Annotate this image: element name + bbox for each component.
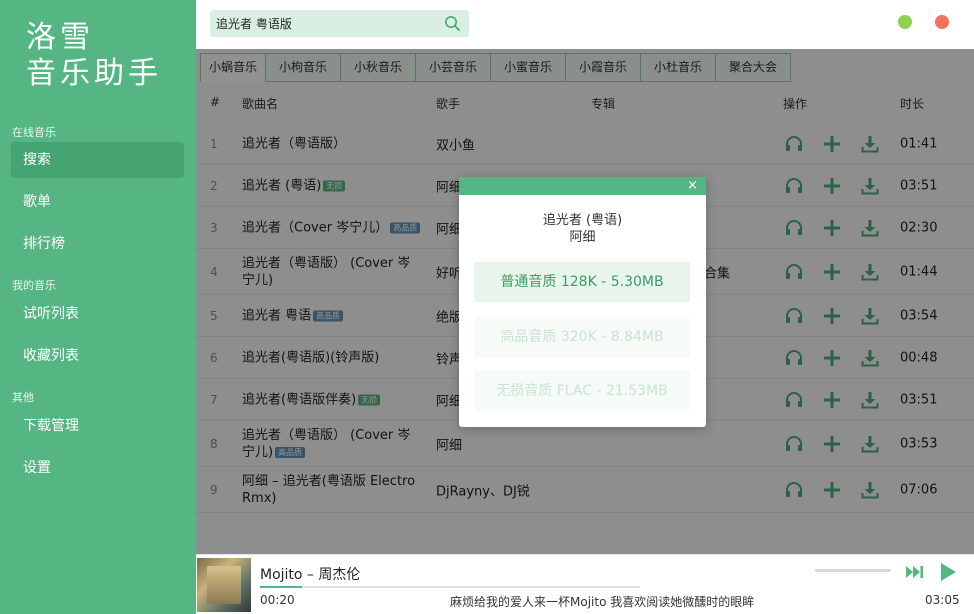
quality-lossless-button[interactable]: 无损音质 FLAC - 21.53MB	[474, 371, 690, 411]
section-other: 其他	[12, 391, 34, 404]
lyric-line: 麻烦给我的爱人来一杯Mojito 我喜欢阅读她微醺时的眼眸	[450, 595, 755, 609]
modal-song-title: 追光者 (粤语)	[542, 213, 623, 228]
total-time: 03:05	[925, 593, 960, 607]
minimize-button[interactable]	[898, 15, 912, 29]
search-input[interactable]	[216, 10, 438, 37]
modal-song-artist: 阿细	[569, 230, 596, 245]
section-my-music: 我的音乐	[12, 279, 56, 292]
next-track-icon[interactable]	[904, 562, 926, 582]
volume-slider[interactable]	[815, 569, 891, 572]
modal-close-icon[interactable]: ×	[687, 178, 698, 194]
modal-header: ×	[459, 177, 706, 195]
logo-line-2: 音乐助手	[26, 56, 162, 91]
progress-bar[interactable]	[260, 586, 640, 588]
quality-high-button[interactable]: 高品音质 320K - 8.84MB	[474, 317, 690, 357]
play-icon[interactable]	[937, 562, 959, 582]
sidebar-item-favorites[interactable]: 收藏列表	[11, 338, 184, 374]
sidebar-item-search[interactable]: 搜索	[11, 142, 184, 178]
logo-line-1: 洛雪	[26, 20, 94, 55]
sidebar-item-playlist[interactable]: 歌单	[11, 184, 184, 220]
search-icon[interactable]	[444, 15, 461, 32]
search-box	[210, 10, 469, 37]
sidebar-item-charts[interactable]: 排行榜	[11, 226, 184, 262]
sidebar-item-listen-list[interactable]: 试听列表	[11, 296, 184, 332]
sidebar-item-settings[interactable]: 设置	[11, 450, 184, 486]
sidebar-item-downloads[interactable]: 下载管理	[11, 408, 184, 444]
quality-modal: × 追光者 (粤语) 阿细 普通音质 128K - 5.30MB 高品音质 32…	[459, 177, 706, 427]
progress-fill	[260, 586, 302, 588]
close-window-button[interactable]	[935, 15, 949, 29]
player-bar: Mojito – 周杰伦 00:20 麻烦给我的爱人来一杯Mojito 我喜欢阅…	[196, 554, 974, 614]
album-cover[interactable]	[197, 558, 251, 612]
now-playing-title: Mojito – 周杰伦	[260, 567, 361, 583]
current-time: 00:20	[260, 593, 295, 607]
section-online-music: 在线音乐	[12, 126, 56, 139]
app-logo: 洛雪 音乐助手	[26, 20, 162, 92]
sidebar: 洛雪 音乐助手 在线音乐 搜索 歌单 排行榜 我的音乐 试听列表 收藏列表 其他…	[0, 0, 196, 614]
modal-song-info: 追光者 (粤语) 阿细	[459, 212, 706, 246]
quality-standard-button[interactable]: 普通音质 128K - 5.30MB	[474, 262, 690, 302]
